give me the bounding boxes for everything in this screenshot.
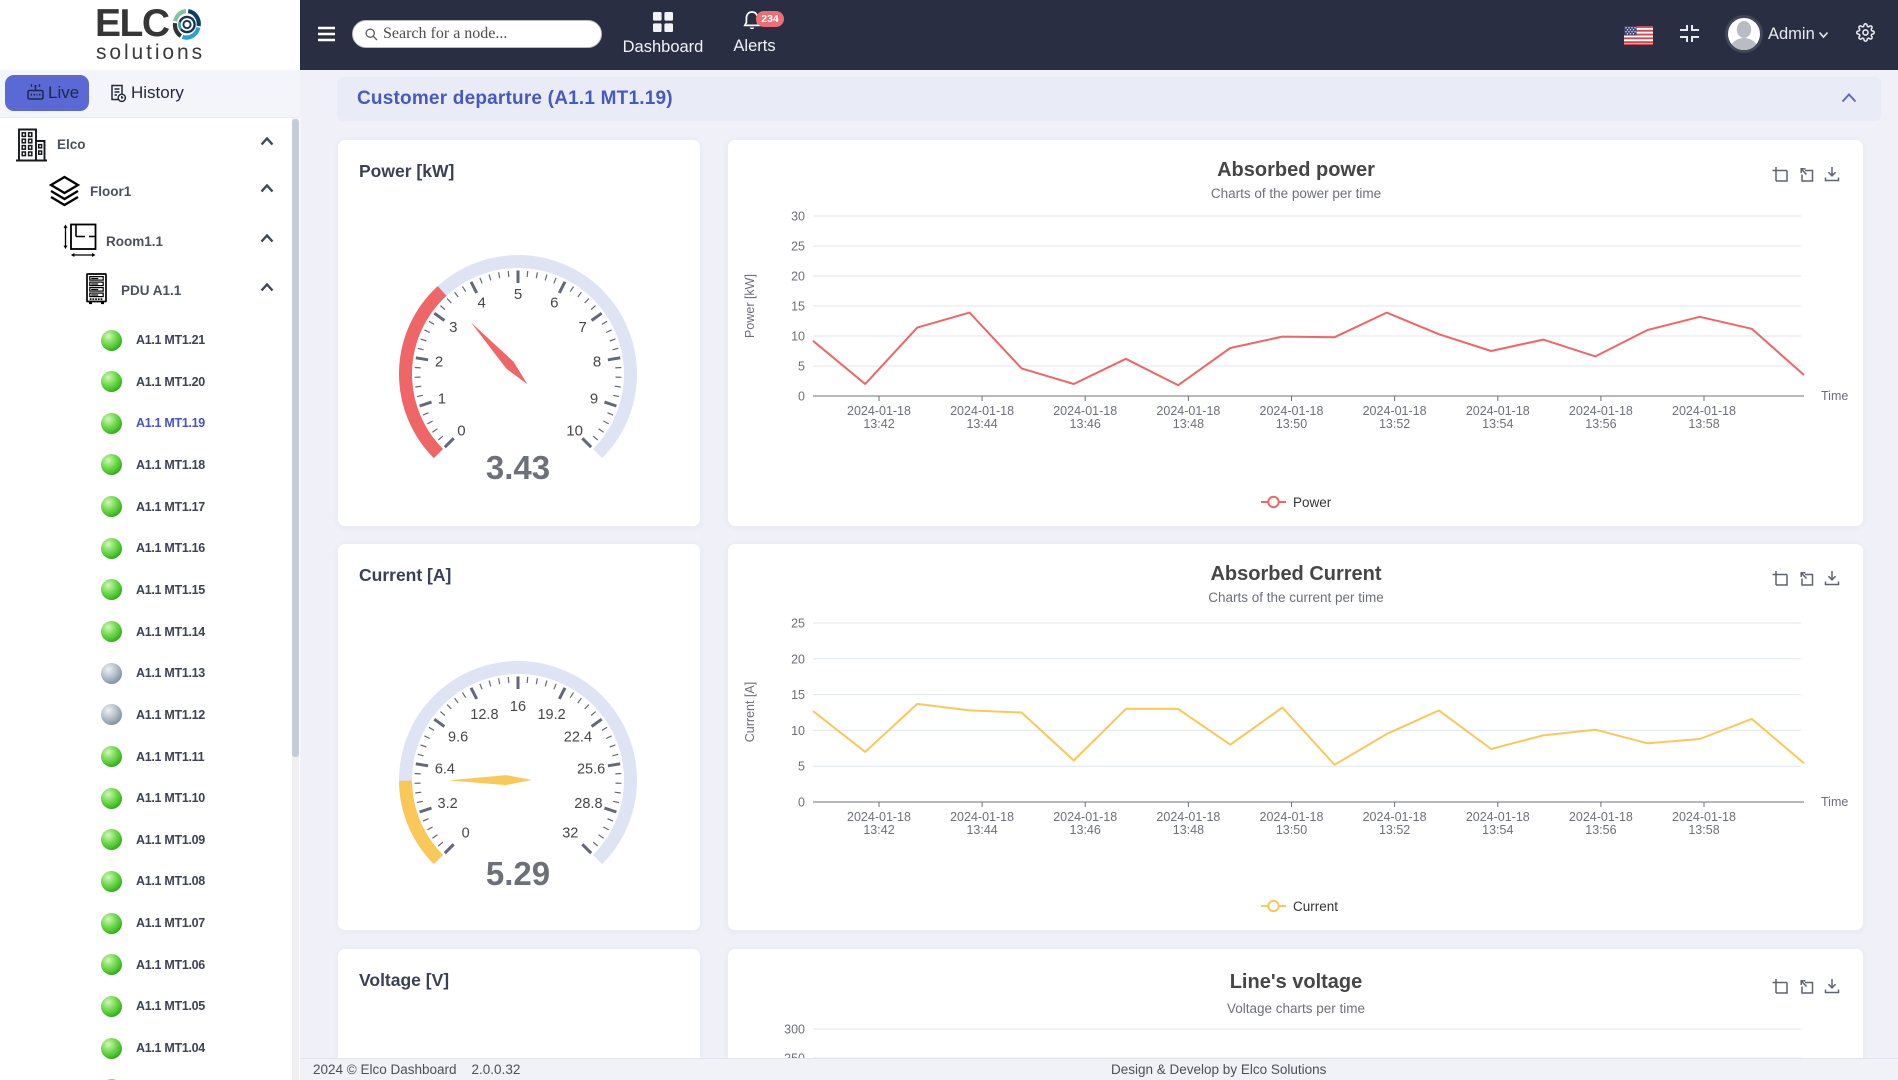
svg-text:13:44: 13:44	[966, 417, 997, 431]
svg-text:Current: Current	[1293, 899, 1338, 914]
svg-text:22.4: 22.4	[564, 730, 592, 746]
svg-text:13:48: 13:48	[1173, 823, 1204, 837]
svg-text:2: 2	[435, 354, 443, 371]
svg-text:2024-01-18: 2024-01-18	[1260, 810, 1324, 824]
svg-text:2024-01-18: 2024-01-18	[1569, 810, 1633, 824]
svg-text:2024-01-18: 2024-01-18	[950, 404, 1014, 418]
svg-text:8: 8	[593, 354, 601, 371]
svg-text:13:48: 13:48	[1173, 417, 1204, 431]
svg-text:10: 10	[791, 330, 805, 344]
svg-text:20: 20	[791, 270, 805, 284]
svg-text:2024-01-18: 2024-01-18	[1053, 404, 1117, 418]
svg-text:13:50: 13:50	[1276, 417, 1307, 431]
svg-text:2024-01-18: 2024-01-18	[1363, 404, 1427, 418]
svg-text:13:56: 13:56	[1585, 417, 1616, 431]
svg-text:13:46: 13:46	[1070, 417, 1101, 431]
svg-text:6: 6	[550, 295, 558, 312]
svg-text:0: 0	[462, 825, 470, 841]
svg-text:30: 30	[791, 210, 805, 224]
svg-text:Current [A]: Current [A]	[743, 682, 757, 742]
svg-text:5: 5	[798, 360, 805, 374]
svg-text:Absorbed power: Absorbed power	[1217, 159, 1375, 181]
svg-text:9.6: 9.6	[448, 730, 468, 746]
svg-text:12.8: 12.8	[470, 707, 498, 723]
svg-text:300: 300	[784, 1023, 805, 1037]
svg-text:2024-01-18: 2024-01-18	[847, 810, 911, 824]
svg-text:5: 5	[514, 286, 522, 303]
svg-text:2024-01-18: 2024-01-18	[1466, 810, 1530, 824]
svg-text:13:44: 13:44	[966, 823, 997, 837]
svg-text:13:52: 13:52	[1379, 417, 1410, 431]
svg-text:Power [kW]: Power [kW]	[743, 274, 757, 338]
svg-text:Power: Power	[1293, 495, 1332, 510]
svg-text:3: 3	[449, 319, 457, 336]
svg-text:Absorbed Current: Absorbed Current	[1210, 563, 1381, 585]
svg-text:2024-01-18: 2024-01-18	[1363, 810, 1427, 824]
svg-text:13:54: 13:54	[1482, 417, 1513, 431]
svg-text:1: 1	[438, 391, 446, 408]
svg-text:13:50: 13:50	[1276, 823, 1307, 837]
svg-text:13:42: 13:42	[863, 417, 894, 431]
svg-text:15: 15	[791, 688, 805, 702]
svg-text:13:56: 13:56	[1585, 823, 1616, 837]
svg-text:13:54: 13:54	[1482, 823, 1513, 837]
svg-text:19.2: 19.2	[537, 707, 565, 723]
svg-text:4: 4	[478, 295, 486, 312]
svg-text:6.4: 6.4	[435, 761, 455, 777]
svg-text:10: 10	[566, 423, 583, 440]
svg-text:Line's voltage: Line's voltage	[1230, 971, 1363, 993]
svg-text:Time: Time	[1821, 389, 1848, 403]
svg-text:0: 0	[798, 390, 805, 404]
svg-text:32: 32	[562, 825, 578, 841]
svg-text:5: 5	[798, 760, 805, 774]
svg-text:2024-01-18: 2024-01-18	[1156, 810, 1220, 824]
svg-text:15: 15	[791, 300, 805, 314]
svg-text:0: 0	[798, 796, 805, 810]
svg-text:13:42: 13:42	[863, 823, 894, 837]
svg-text:2024-01-18: 2024-01-18	[1672, 404, 1736, 418]
svg-text:10: 10	[791, 724, 805, 738]
svg-text:13:46: 13:46	[1070, 823, 1101, 837]
svg-text:2024-01-18: 2024-01-18	[950, 810, 1014, 824]
svg-text:2024-01-18: 2024-01-18	[1156, 404, 1220, 418]
svg-text:0: 0	[457, 423, 465, 440]
svg-text:5.29: 5.29	[486, 855, 550, 892]
svg-text:2024-01-18: 2024-01-18	[1466, 404, 1530, 418]
svg-text:7: 7	[579, 319, 587, 336]
svg-text:2024-01-18: 2024-01-18	[1260, 404, 1324, 418]
svg-text:16: 16	[510, 699, 526, 715]
svg-text:13:52: 13:52	[1379, 823, 1410, 837]
svg-text:3.43: 3.43	[486, 449, 550, 486]
svg-text:2024-01-18: 2024-01-18	[1569, 404, 1633, 418]
svg-text:28.8: 28.8	[574, 796, 602, 812]
svg-text:2024-01-18: 2024-01-18	[847, 404, 911, 418]
svg-text:2024-01-18: 2024-01-18	[1672, 810, 1736, 824]
svg-text:Charts of the current per time: Charts of the current per time	[1208, 590, 1384, 605]
svg-text:13:58: 13:58	[1688, 417, 1719, 431]
svg-text:Charts of the power per time: Charts of the power per time	[1211, 186, 1381, 201]
svg-text:9: 9	[590, 391, 598, 408]
svg-text:3.2: 3.2	[438, 796, 458, 812]
svg-text:25.6: 25.6	[577, 761, 605, 777]
svg-text:13:58: 13:58	[1688, 823, 1719, 837]
svg-text:25: 25	[791, 617, 805, 631]
svg-text:2024-01-18: 2024-01-18	[1053, 810, 1117, 824]
svg-text:25: 25	[791, 240, 805, 254]
svg-text:20: 20	[791, 652, 805, 666]
svg-text:Time: Time	[1821, 795, 1848, 809]
svg-text:Voltage charts per time: Voltage charts per time	[1227, 1001, 1365, 1016]
